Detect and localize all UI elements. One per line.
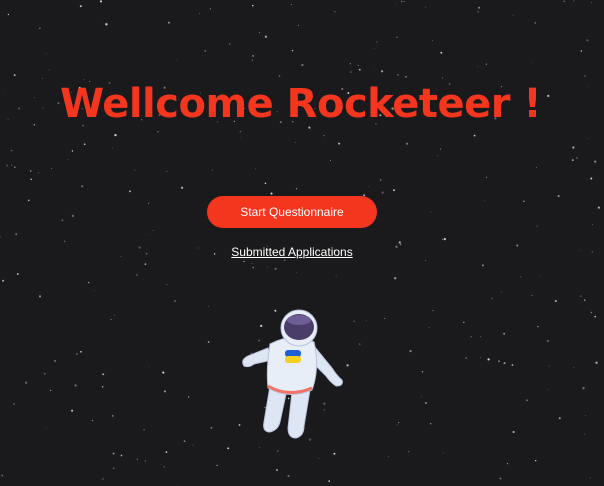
astronaut-icon <box>242 309 343 439</box>
page-title: Wellcome Rocketeer ! <box>60 81 542 127</box>
start-questionnaire-button[interactable]: Start Questionnaire <box>207 196 377 228</box>
submitted-applications-link[interactable]: Submitted Applications <box>228 245 356 259</box>
